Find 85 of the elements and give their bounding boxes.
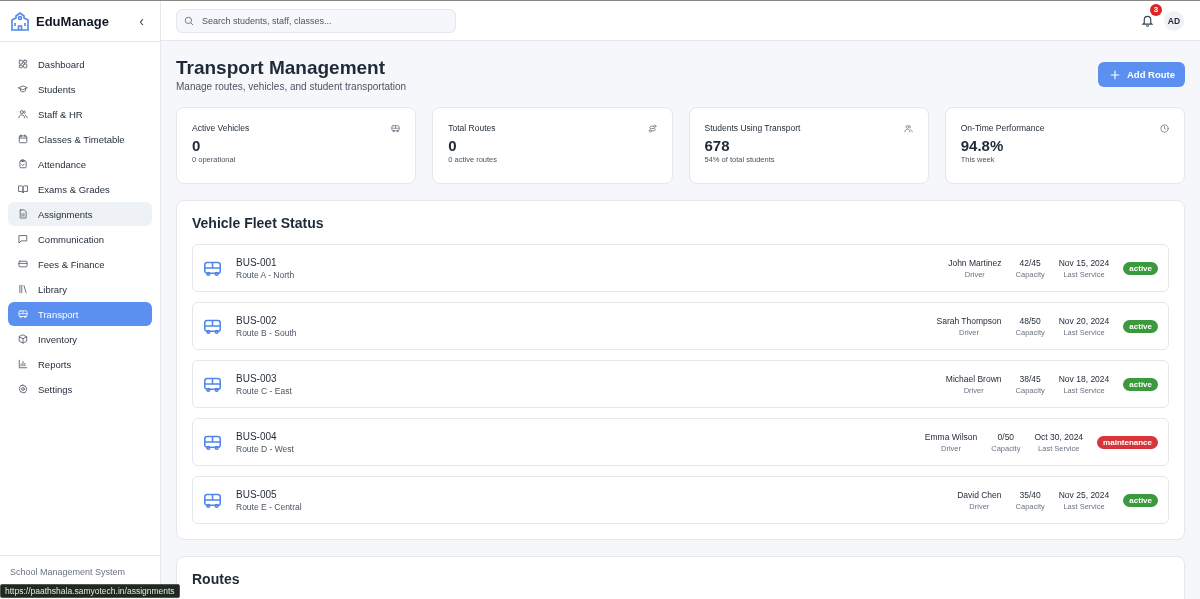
nav-icon [18, 109, 28, 119]
driver-name: Michael Brown [945, 373, 1002, 384]
stat-label: Active Vehicles [192, 123, 250, 133]
search-field[interactable]: Search students, staff, classes... [176, 8, 456, 33]
search-icon [184, 15, 194, 26]
stat-icon [647, 123, 657, 133]
section-title: Routes [192, 571, 241, 587]
nav-icon [18, 259, 28, 269]
stat-value: 94.8% [960, 137, 1005, 154]
driver-name: David Chen [957, 489, 1002, 500]
last-service-date: Nov 25, 2024 [1058, 489, 1110, 500]
stat-value: 678 [704, 137, 731, 154]
vehicle-id: BUS-003 [236, 372, 278, 384]
vehicle-route: Route A - North [236, 269, 295, 280]
status-badge: active [1123, 319, 1158, 333]
nav-icon [18, 159, 28, 169]
status-badge: active [1123, 377, 1158, 391]
nav-icon [18, 309, 28, 319]
stat-label: Students Using Transport [704, 123, 801, 133]
vehicle-route: Route D - West [236, 443, 294, 454]
page-title: Transport Management [176, 57, 387, 79]
nav-item[interactable]: Exams & Grades [8, 177, 152, 201]
nav-icon [18, 284, 28, 294]
notification-count: 3 [1150, 3, 1162, 16]
capacity-value: 35/40 [1019, 489, 1041, 500]
stat-icon [903, 123, 913, 133]
app-name: EduManage [36, 13, 110, 29]
nav-icon [18, 134, 28, 144]
nav-item[interactable]: Fees & Finance [8, 252, 152, 276]
nav-item[interactable]: Attendance [8, 152, 152, 176]
status-badge: active [1123, 261, 1158, 275]
last-service-date: Nov 18, 2024 [1058, 373, 1110, 384]
nav-item[interactable]: Reports [8, 352, 152, 376]
driver-name: Emma Wilson [924, 431, 978, 442]
nav-item[interactable]: Settings [8, 377, 152, 401]
nav-item[interactable]: Staff & HR [8, 102, 152, 126]
collapse-sidebar-button[interactable]: ‹ [135, 13, 148, 29]
nav-icon [18, 59, 28, 69]
last-service-date: Nov 20, 2024 [1058, 315, 1110, 326]
vehicle-id: BUS-004 [236, 430, 278, 442]
nav-item[interactable]: Classes & Timetable [8, 127, 152, 151]
capacity-value: 0/50 [997, 431, 1015, 442]
nav-item[interactable]: Dashboard [8, 52, 152, 76]
capacity-value: 42/45 [1019, 257, 1041, 268]
driver-name: John Martinez [948, 257, 1002, 268]
page-subtitle: Manage routes, vehicles, and student transportation [176, 81, 407, 92]
nav-item[interactable]: Students [8, 77, 152, 101]
stat-value: 0 [448, 137, 458, 154]
nav-icon [18, 334, 28, 344]
nav-icon [18, 209, 28, 219]
stat-icon [391, 123, 401, 133]
status-badge: maintenance [1097, 435, 1158, 449]
nav-icon [18, 84, 28, 94]
footer-text: School Management System [10, 567, 126, 577]
nav-item[interactable]: Inventory [8, 327, 152, 351]
stat-icon [1160, 123, 1169, 133]
capacity-value: 38/45 [1019, 373, 1041, 384]
nav-item[interactable]: Library [8, 277, 152, 301]
last-service-date: Oct 30, 2024 [1034, 431, 1084, 442]
nav-icon [18, 184, 28, 194]
notifications-button[interactable] [1141, 14, 1154, 27]
vehicle-route: Route C - East [236, 385, 292, 396]
driver-name: Sarah Thompson [936, 315, 1002, 326]
nav-item[interactable]: Assignments [8, 202, 152, 226]
vehicle-route: Route B - South [236, 327, 297, 338]
status-badge: active [1123, 493, 1158, 507]
last-service-date: Nov 15, 2024 [1058, 257, 1110, 268]
school-logo-icon [10, 11, 30, 31]
vehicle-id: BUS-002 [236, 314, 278, 326]
stat-value: 0 [192, 137, 202, 154]
stat-label: On-Time Performance [960, 123, 1045, 133]
plus-icon [1109, 69, 1120, 80]
vehicle-id: BUS-001 [236, 256, 278, 268]
nav-icon [18, 359, 28, 369]
vehicle-id: BUS-005 [236, 488, 278, 500]
capacity-value: 48/50 [1019, 315, 1041, 326]
nav-icon [18, 384, 28, 394]
section-title: Vehicle Fleet Status [192, 215, 325, 231]
stat-label: Total Routes [448, 123, 496, 133]
user-avatar[interactable]: AD [1164, 10, 1184, 31]
link-url-tooltip: https://paathshala.samyotech.in/assignments [0, 584, 180, 598]
bell-icon [1141, 14, 1154, 27]
vehicle-route: Route E - Central [236, 501, 302, 512]
nav-icon [18, 234, 28, 244]
nav-item[interactable]: Communication [8, 227, 152, 251]
